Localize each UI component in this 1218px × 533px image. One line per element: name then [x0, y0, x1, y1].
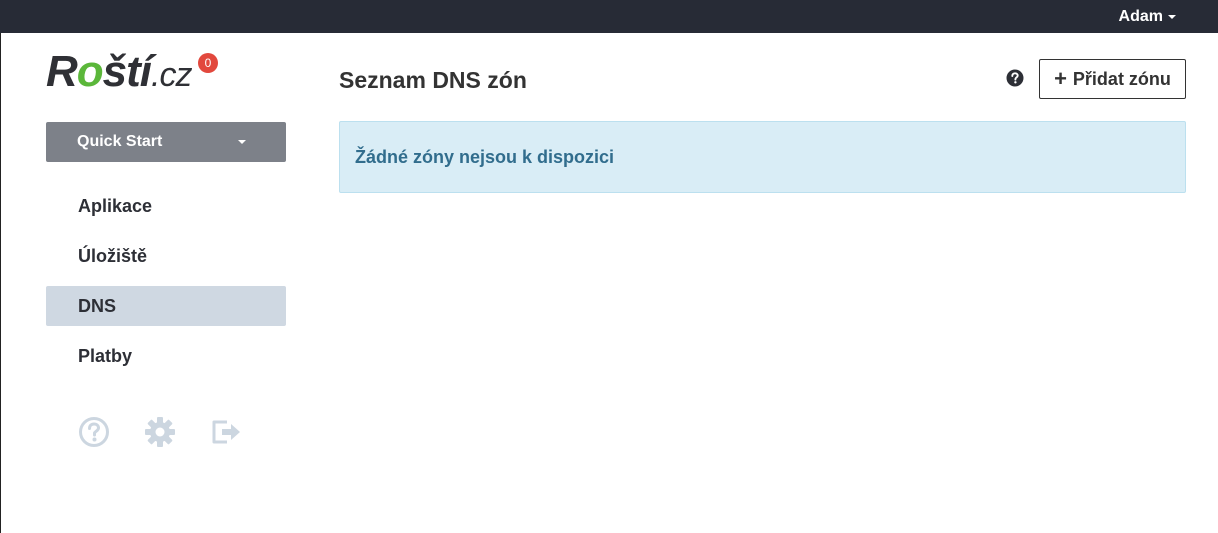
quick-start-dropdown[interactable]: Quick Start [46, 122, 286, 162]
add-zone-label: Přidat zónu [1072, 68, 1171, 89]
caret-down-icon [1168, 14, 1176, 19]
logo-letter: R [46, 47, 78, 96]
add-zone-button[interactable]: + Přidat zónu [1039, 59, 1186, 99]
quick-start-label: Quick Start [77, 133, 163, 150]
help-circle-icon[interactable] [78, 416, 110, 448]
top-bar: Adam [0, 0, 1218, 33]
empty-state-alert: Žádné zóny nejsou k dispozici [339, 121, 1186, 193]
sidebar-item-label: Platby [78, 345, 133, 366]
sidebar-item-label: Úložiště [78, 245, 148, 266]
sidebar-item-label: Aplikace [78, 195, 153, 216]
sidebar-bottom-icons [78, 416, 242, 448]
sidebar-item-dns[interactable]: DNS [46, 286, 286, 326]
sidebar-item-label: DNS [78, 295, 117, 316]
sidebar-item-platby[interactable]: Platby [46, 336, 286, 376]
caret-down-icon [238, 140, 246, 144]
frame-border [0, 33, 1, 533]
gear-icon[interactable] [144, 416, 176, 448]
notification-badge[interactable]: 0 [198, 53, 218, 73]
sidebar-nav: Aplikace Úložiště DNS Platby [46, 186, 286, 386]
page-title: Seznam DNS zón [339, 67, 527, 93]
logout-icon[interactable] [210, 416, 242, 448]
help-icon[interactable] [1006, 69, 1024, 87]
logo-text: Roští.cz [46, 47, 192, 99]
logo[interactable]: Roští.cz [46, 42, 226, 98]
user-menu[interactable]: Adam [1119, 0, 1176, 33]
sidebar-item-aplikace[interactable]: Aplikace [46, 186, 286, 226]
logo-leaf-letter: o [76, 47, 104, 96]
logo-letters: ští [102, 47, 152, 96]
empty-state-message: Žádné zóny nejsou k dispozici [355, 146, 615, 167]
user-name: Adam [1118, 7, 1163, 25]
logo-tld: .cz [151, 56, 192, 94]
plus-icon: + [1054, 66, 1067, 91]
sidebar-item-uloziste[interactable]: Úložiště [46, 236, 286, 276]
